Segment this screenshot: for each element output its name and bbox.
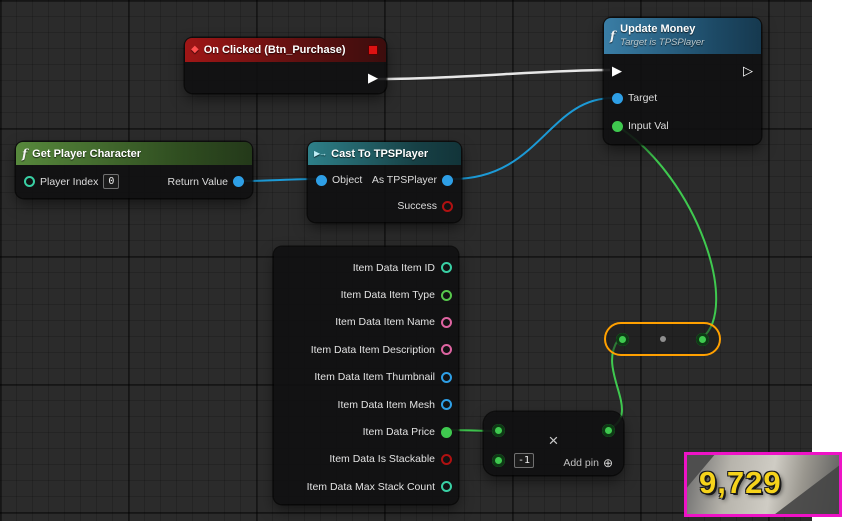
exec-wire[interactable] [376, 68, 611, 81]
pin-label: Item Data Item ID [352, 261, 435, 274]
success-pin[interactable] [442, 200, 453, 212]
item-thumbnail-pin[interactable] [441, 371, 452, 383]
node-multiply[interactable]: -1 × Add pin ⊕ [484, 412, 623, 475]
multiply-output-pin[interactable] [602, 424, 615, 437]
multiply-icon: × [548, 431, 559, 450]
node-header[interactable]: f Get Player Character [16, 142, 252, 165]
is-stackable-pin[interactable] [441, 453, 452, 465]
pin-label: Item Data Item Description [310, 343, 435, 356]
reroute-knot-icon[interactable] [659, 336, 666, 342]
reroute-node-selected[interactable] [604, 322, 721, 356]
multiply-input-pin-2[interactable] [492, 454, 505, 467]
node-subtitle: Target is TPSPlayer [620, 36, 705, 48]
item-price-pin[interactable] [441, 426, 452, 438]
item-mesh-pin[interactable] [441, 399, 452, 411]
node-get-player-character[interactable]: f Get Player Character Player Index 0 Re… [16, 142, 252, 198]
struct-pin-row: Item Data Max Stack Count [274, 473, 458, 500]
multiply-input-value[interactable]: -1 [514, 453, 535, 468]
pin-label: Success [397, 200, 437, 212]
money-widget-background: 9,729 [687, 455, 839, 514]
delegate-pin-icon[interactable] [368, 45, 378, 55]
blueprint-graph-canvas[interactable]: ◆ On Clicked (Btn_Purchase) ▶ f Update M… [0, 0, 812, 521]
item-id-pin[interactable] [441, 262, 452, 274]
struct-pin-row: Item Data Item Description [274, 336, 458, 363]
function-icon: f [22, 146, 28, 161]
money-amount: 9,729 [699, 464, 782, 500]
pin-label: As TPSPlayer [371, 174, 437, 186]
node-header[interactable]: f Update Money Target is TPSPlayer [604, 18, 761, 54]
node-title: Get Player Character [32, 147, 142, 160]
number-wire-reroute-inputval[interactable] [618, 126, 718, 339]
node-header[interactable]: ▶→ Cast To TPSPlayer [308, 142, 461, 165]
node-title: Cast To TPSPlayer [331, 147, 429, 160]
object-wire-astpsplayer-target[interactable] [451, 97, 614, 180]
node-header[interactable]: ◆ On Clicked (Btn_Purchase) [185, 38, 386, 62]
cast-icon: ▶→ [314, 149, 327, 158]
return-value-pin[interactable] [233, 176, 244, 187]
node-on-clicked[interactable]: ◆ On Clicked (Btn_Purchase) ▶ [185, 38, 386, 93]
node-update-money[interactable]: f Update Money Target is TPSPlayer ▶ ▷ T… [604, 18, 761, 144]
pin-label: Return Value [167, 175, 228, 188]
struct-pin-row: Item Data Item Thumbnail [274, 364, 458, 391]
background-panel [812, 0, 842, 521]
add-pin-icon: ⊕ [602, 456, 613, 470]
item-description-pin[interactable] [441, 344, 452, 356]
struct-pin-row: Item Data Price [274, 418, 458, 445]
player-index-pin[interactable] [24, 176, 35, 187]
input-val-pin[interactable] [612, 120, 623, 132]
node-break-item-data[interactable]: Item Data Item ID Item Data Item Type It… [274, 247, 458, 504]
reroute-input-pin[interactable] [616, 332, 629, 346]
blueprint-editor-screen: ◆ On Clicked (Btn_Purchase) ▶ f Update M… [0, 0, 842, 521]
pin-label: Item Data Max Stack Count [306, 480, 435, 493]
struct-pin-row: Item Data Item Mesh [274, 391, 458, 418]
target-input-pin[interactable] [612, 92, 623, 104]
pin-label: Target [628, 92, 658, 104]
function-icon: f [610, 29, 616, 43]
node-title: On Clicked (Btn_Purchase) [203, 44, 346, 56]
exec-in-pin[interactable]: ▶ [612, 64, 622, 77]
pin-label: Object [332, 174, 363, 186]
struct-pin-row: Item Data Item ID [274, 254, 458, 281]
as-tpsplayer-pin[interactable] [442, 174, 453, 186]
max-stack-count-pin[interactable] [441, 481, 452, 493]
pin-label: Item Data Item Thumbnail [314, 371, 435, 384]
pin-label: Item Data Item Type [340, 289, 435, 302]
pin-label: Item Data Item Mesh [337, 398, 435, 411]
pin-label: Item Data Item Name [335, 316, 435, 329]
item-name-pin[interactable] [441, 316, 452, 328]
pin-label: Input Val [628, 120, 669, 132]
node-title: Update Money [620, 23, 696, 36]
item-type-pin[interactable] [441, 289, 452, 301]
add-pin-button[interactable]: Add pin ⊕ [563, 456, 613, 470]
money-counter-widget: 9,729 [684, 452, 842, 517]
pin-label: Player Index [40, 175, 99, 188]
node-cast-to-tpsplayer[interactable]: ▶→ Cast To TPSPlayer Object As TPSPlayer… [308, 142, 461, 222]
struct-pin-row: Item Data Item Type [274, 281, 458, 308]
exec-out-pin[interactable]: ▶ [368, 71, 378, 84]
add-pin-label: Add pin [563, 457, 599, 469]
pin-label: Item Data Price [362, 426, 435, 439]
reroute-output-pin[interactable] [696, 332, 709, 346]
object-input-pin[interactable] [316, 174, 327, 186]
event-icon: ◆ [191, 44, 199, 55]
multiply-input-pin-1[interactable] [492, 424, 505, 437]
object-wire-returnvalue-object[interactable] [242, 178, 318, 182]
pin-label: Item Data Is Stackable [329, 453, 435, 466]
struct-pin-row: Item Data Item Name [274, 309, 458, 336]
exec-out-pin[interactable]: ▷ [743, 64, 753, 77]
player-index-value[interactable]: 0 [103, 174, 120, 189]
struct-pin-row: Item Data Is Stackable [274, 446, 458, 473]
